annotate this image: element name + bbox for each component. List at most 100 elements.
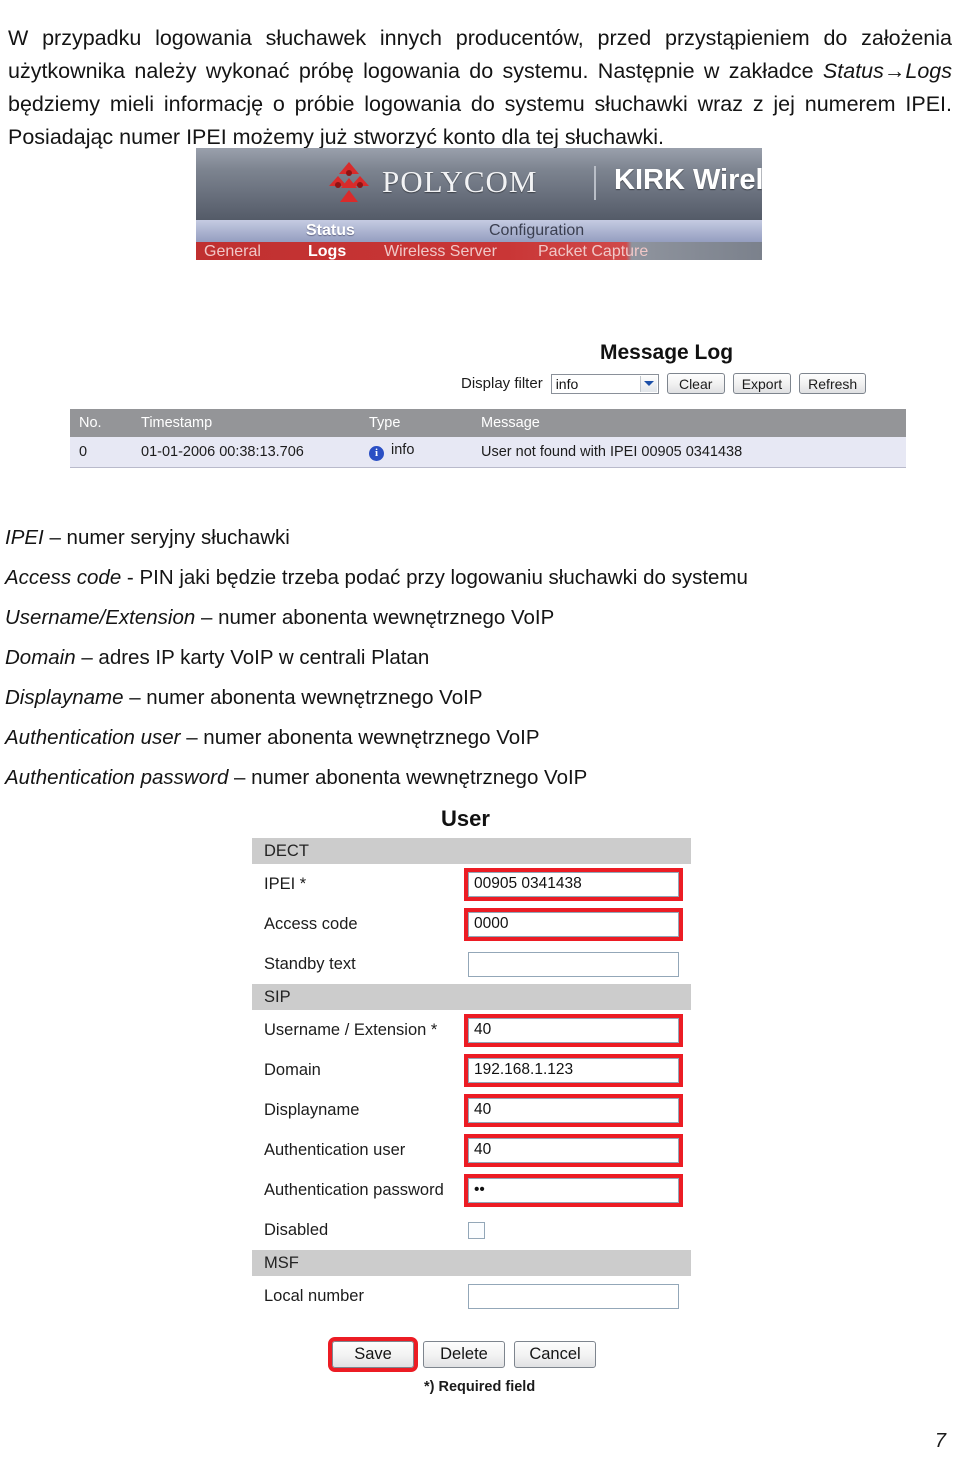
polycom-primary-nav: Status Configuration <box>196 220 762 242</box>
cell-timestamp: 01-01-2006 00:38:13.706 <box>132 437 360 468</box>
column-header-timestamp: Timestamp <box>132 409 360 437</box>
input-local-number[interactable] <box>468 1283 679 1309</box>
export-button[interactable]: Export <box>732 373 792 394</box>
tab-wireless-server[interactable]: Wireless Server <box>384 243 497 260</box>
polycom-product-title: KIRK Wireless Se <box>614 164 762 196</box>
field-row-local-number: Local number <box>252 1276 691 1316</box>
label-authentication-user: Authentication user <box>264 1140 406 1159</box>
label-domain: Domain <box>264 1060 321 1079</box>
nav-status[interactable]: Status <box>306 222 355 240</box>
definitions-list: IPEI – numer seryjny słuchawki Access co… <box>5 518 915 798</box>
column-header-no: No. <box>70 409 132 437</box>
input-standby-text[interactable] <box>468 951 679 977</box>
definition-desc: - PIN jaki będzie trzeba podać przy logo… <box>121 566 748 589</box>
input-displayname[interactable]: 40 <box>464 1093 683 1127</box>
cell-type-label: info <box>391 442 415 459</box>
field-row-ipei: IPEI * 00905 0341438 <box>252 864 691 904</box>
input-access-code[interactable]: 0000 <box>464 907 683 941</box>
cell-message: User not found with IPEI 00905 0341438 <box>472 437 906 468</box>
section-header-sip: SIP <box>252 984 691 1010</box>
field-row-disabled: Disabled <box>252 1210 691 1250</box>
label-ipei: IPEI * <box>264 874 307 893</box>
field-row-authentication-password: Authentication password •• <box>252 1170 691 1210</box>
intro-text-part2: będziemy mieli informację o próbie logow… <box>8 91 952 149</box>
label-access-code: Access code <box>264 914 358 933</box>
intro-emphasis-status-logs: Status→Logs <box>822 58 952 83</box>
page-number: 7 <box>934 1430 946 1452</box>
user-form-buttons: Save Delete Cancel <box>328 1337 596 1372</box>
cell-type: i info <box>360 437 472 468</box>
definition-access-code: Access code - PIN jaki będzie trzeba pod… <box>5 558 915 598</box>
intro-paragraph: W przypadku logowania słuchawek innych p… <box>8 22 952 154</box>
label-local-number: Local number <box>264 1286 364 1305</box>
input-authentication-password[interactable]: •• <box>464 1173 683 1207</box>
input-domain[interactable]: 192.168.1.123 <box>464 1053 683 1087</box>
definition-term: Access code <box>5 566 122 589</box>
field-row-authentication-user: Authentication user 40 <box>252 1130 691 1170</box>
message-log-toolbar: Display filter info Clear Export Refresh <box>461 373 867 394</box>
checkbox-disabled[interactable] <box>468 1221 485 1239</box>
definition-desc: – numer abonenta wewnętrznego VoIP <box>195 606 555 629</box>
section-header-dect: DECT <box>252 838 691 864</box>
polycom-logo-icon <box>329 162 369 202</box>
definition-ipei: IPEI – numer seryjny słuchawki <box>5 518 915 558</box>
definition-term: Domain <box>5 646 76 669</box>
label-standby-text: Standby text <box>264 954 356 973</box>
polycom-web-ui-screenshot: POLYCOM KIRK Wireless Se Status Configur… <box>196 148 762 260</box>
message-log-title: Message Log <box>600 341 734 364</box>
definition-desc: – numer seryjny słuchawki <box>43 526 290 549</box>
definition-desc: – adres IP karty VoIP w centrali Platan <box>75 646 430 669</box>
definition-desc: – numer abonenta wewnętrznego VoIP <box>180 726 540 749</box>
user-form-title: User <box>441 806 490 831</box>
field-row-username-extension: Username / Extension * 40 <box>252 1010 691 1050</box>
clear-button[interactable]: Clear <box>666 373 725 394</box>
definition-domain: Domain – adres IP karty VoIP w centrali … <box>5 638 915 678</box>
cancel-button[interactable]: Cancel <box>514 1341 596 1368</box>
table-header-row: No. Timestamp Type Message <box>70 409 906 437</box>
definition-term: IPEI <box>5 526 44 549</box>
definition-term: Authentication user <box>5 726 181 749</box>
definition-username-extension: Username/Extension – numer abonenta wewn… <box>5 598 915 638</box>
message-log-table: No. Timestamp Type Message 0 01-01-2006 … <box>70 409 906 468</box>
definition-displayname: Displayname – numer abonenta wewnętrzneg… <box>5 678 915 718</box>
field-row-displayname: Displayname 40 <box>252 1090 691 1130</box>
brand-separator <box>594 166 596 200</box>
definition-term: Username/Extension <box>5 606 196 629</box>
input-authentication-user[interactable]: 40 <box>464 1133 683 1167</box>
label-authentication-password: Authentication password <box>264 1180 444 1199</box>
polycom-banner: POLYCOM KIRK Wireless Se <box>196 148 762 220</box>
polycom-secondary-nav: General Logs Wireless Server Packet Capt… <box>196 242 762 260</box>
tab-packet-capture[interactable]: Packet Capture <box>538 243 648 260</box>
definition-desc: – numer abonenta wewnętrznego VoIP <box>123 686 483 709</box>
definition-authentication-user: Authentication user – numer abonenta wew… <box>5 718 915 758</box>
input-ipei[interactable]: 00905 0341438 <box>464 867 683 901</box>
chevron-down-icon[interactable] <box>639 375 657 392</box>
refresh-button[interactable]: Refresh <box>799 373 867 394</box>
display-filter-label: Display filter <box>461 375 543 392</box>
save-button[interactable]: Save <box>328 1337 418 1372</box>
label-displayname: Displayname <box>264 1100 360 1119</box>
user-form: DECT IPEI * 00905 0341438 Access code 00… <box>252 838 691 1316</box>
definition-term: Authentication password <box>5 766 229 789</box>
field-row-access-code: Access code 0000 <box>252 904 691 944</box>
cell-no: 0 <box>70 437 132 468</box>
definition-desc: – numer abonenta wewnętrznego VoIP <box>228 766 588 789</box>
field-row-standby-text: Standby text <box>252 944 691 984</box>
tab-logs[interactable]: Logs <box>308 243 346 260</box>
definition-term: Displayname <box>5 686 124 709</box>
label-username-extension: Username / Extension * <box>264 1020 438 1039</box>
required-field-note: *) Required field <box>424 1379 536 1395</box>
label-disabled: Disabled <box>264 1220 329 1239</box>
nav-configuration[interactable]: Configuration <box>489 222 584 240</box>
table-row[interactable]: 0 01-01-2006 00:38:13.706 i info User not… <box>70 437 906 468</box>
intro-text-part1: W przypadku logowania słuchawek innych p… <box>8 25 952 83</box>
tab-general[interactable]: General <box>204 243 261 260</box>
info-circle-icon: i <box>369 446 384 462</box>
display-filter-select[interactable]: info <box>550 373 659 394</box>
field-row-domain: Domain 192.168.1.123 <box>252 1050 691 1090</box>
column-header-type: Type <box>360 409 472 437</box>
definition-authentication-password: Authentication password – numer abonenta… <box>5 758 915 798</box>
input-username-extension[interactable]: 40 <box>464 1013 683 1047</box>
delete-button[interactable]: Delete <box>423 1341 505 1368</box>
display-filter-value: info <box>555 375 579 392</box>
